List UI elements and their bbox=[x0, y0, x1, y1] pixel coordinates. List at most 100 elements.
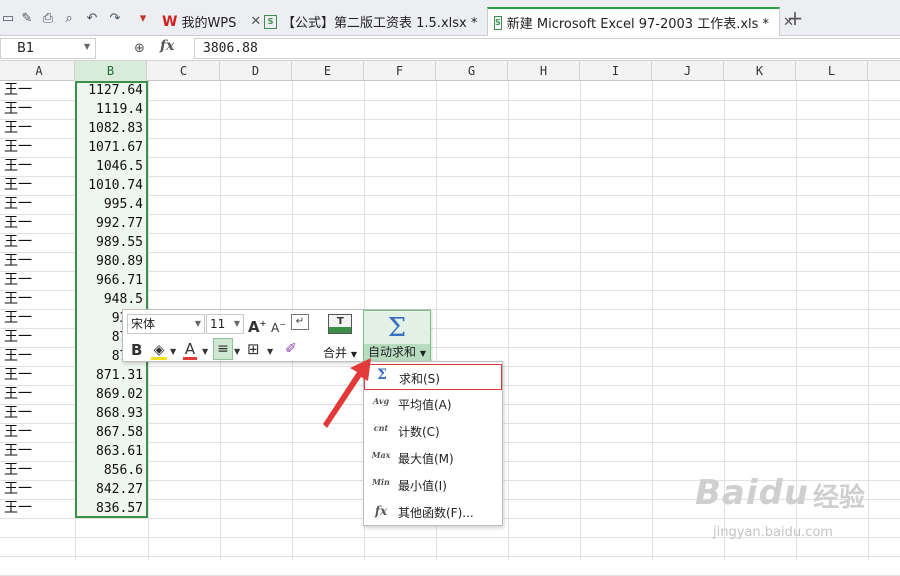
column-header-j[interactable]: J bbox=[652, 61, 724, 81]
cell-name[interactable]: 王一 bbox=[4, 81, 32, 100]
cell-name[interactable]: 王一 bbox=[4, 461, 32, 480]
font-size-select[interactable]: 11 ▼ bbox=[206, 314, 244, 334]
cell-name[interactable]: 王一 bbox=[4, 195, 32, 214]
menu-item-count[interactable]: cnt 计数(C) bbox=[364, 418, 502, 444]
cell-amount[interactable]: 989.55 bbox=[76, 233, 146, 252]
more-icon[interactable]: ▾ bbox=[135, 11, 151, 27]
wrap-text-icon[interactable]: ↵ bbox=[291, 314, 309, 330]
merge-button[interactable]: 合并 ▼ bbox=[323, 344, 357, 361]
cell-amount[interactable]: 869.02 bbox=[76, 385, 146, 404]
column-header-c[interactable]: C bbox=[148, 61, 220, 81]
cell-amount[interactable]: 867.58 bbox=[76, 423, 146, 442]
print-preview-icon[interactable]: ⌕ bbox=[61, 11, 77, 27]
chevron-down-icon[interactable]: ▼ bbox=[267, 342, 273, 362]
cell-name[interactable]: 王一 bbox=[4, 176, 32, 195]
autosum-button[interactable]: Σ 自动求和 ▼ bbox=[363, 310, 431, 361]
cell-amount[interactable]: 1071.67 bbox=[76, 138, 146, 157]
redo-icon[interactable]: ↷ bbox=[107, 11, 123, 27]
decrease-font-button[interactable]: A− bbox=[271, 315, 286, 335]
spreadsheet-icon: S bbox=[494, 15, 502, 30]
fill-color-icon[interactable]: ◈ bbox=[150, 340, 168, 360]
borders-icon[interactable]: ⊞ bbox=[247, 339, 260, 359]
cell-amount[interactable]: 868.93 bbox=[76, 404, 146, 423]
cell-amount[interactable]: 871.31 bbox=[76, 366, 146, 385]
chevron-down-icon[interactable]: ▼ bbox=[234, 342, 240, 362]
cell-amount[interactable]: 966.71 bbox=[76, 271, 146, 290]
menu-item-max[interactable]: Max 最大值(M) bbox=[364, 445, 502, 471]
column-header-e[interactable]: E bbox=[292, 61, 364, 81]
cell-amount[interactable]: 995.4 bbox=[76, 195, 146, 214]
font-color-button[interactable]: A bbox=[182, 339, 198, 360]
new-doc-icon[interactable]: ✎ bbox=[19, 11, 35, 27]
column-header-d[interactable]: D bbox=[220, 61, 292, 81]
cell-name[interactable]: 王一 bbox=[4, 385, 32, 404]
cell-name[interactable]: 王一 bbox=[4, 404, 32, 423]
cell-name[interactable]: 王一 bbox=[4, 233, 32, 252]
column-header-g[interactable]: G bbox=[436, 61, 508, 81]
cell-name[interactable]: 王一 bbox=[4, 214, 32, 233]
menu-item-sum[interactable]: Σ 求和(S) bbox=[364, 364, 502, 390]
bold-button[interactable]: B bbox=[131, 340, 142, 360]
cell-amount[interactable]: 863.61 bbox=[76, 442, 146, 461]
column-header-h[interactable]: H bbox=[508, 61, 580, 81]
cell-amount[interactable]: 992.77 bbox=[76, 214, 146, 233]
autosum-dropdown[interactable]: 自动求和 ▼ bbox=[364, 344, 430, 361]
font-name-select[interactable]: 宋体 ▼ bbox=[127, 314, 205, 334]
cell-name[interactable]: 王一 bbox=[4, 290, 32, 309]
chevron-down-icon[interactable]: ▼ bbox=[170, 342, 176, 362]
cell-amount[interactable]: 856.6 bbox=[76, 461, 146, 480]
cell-amount[interactable]: 1119.4 bbox=[76, 100, 146, 119]
name-box[interactable]: B1 bbox=[0, 38, 96, 59]
table-row: 王一 1046.5 bbox=[0, 157, 900, 176]
column-header-k[interactable]: K bbox=[724, 61, 796, 81]
align-center-icon[interactable]: ≡ bbox=[213, 338, 233, 360]
cell-name[interactable]: 王一 bbox=[4, 366, 32, 385]
cell-name[interactable]: 王一 bbox=[4, 499, 32, 518]
formula-input[interactable]: 3806.88 bbox=[194, 38, 900, 59]
cell-amount[interactable]: 836.57 bbox=[76, 499, 146, 518]
format-painter-icon[interactable]: ✐ bbox=[285, 339, 297, 359]
sigma-icon: Σ bbox=[377, 367, 387, 383]
cell-name[interactable]: 王一 bbox=[4, 480, 32, 499]
cell-name[interactable]: 王一 bbox=[4, 442, 32, 461]
cell-amount[interactable]: 1010.74 bbox=[76, 176, 146, 195]
column-header-b[interactable]: B bbox=[75, 61, 147, 81]
chevron-down-icon[interactable]: ▼ bbox=[84, 42, 90, 51]
column-header-a[interactable]: A bbox=[4, 61, 75, 81]
new-tab-button[interactable]: + bbox=[786, 8, 804, 28]
chevron-down-icon[interactable]: ▼ bbox=[202, 342, 208, 362]
tab-document-2[interactable]: S 新建 Microsoft Excel 97-2003 工作表.xls * ✕ bbox=[487, 7, 794, 36]
undo-icon[interactable]: ↶ bbox=[84, 11, 100, 27]
cell-amount[interactable]: 1046.5 bbox=[76, 157, 146, 176]
increase-font-button[interactable]: A+ bbox=[248, 314, 266, 336]
menu-item-average[interactable]: Avg 平均值(A) bbox=[364, 391, 502, 417]
cell-amount[interactable]: 980.89 bbox=[76, 252, 146, 271]
cell-name[interactable]: 王一 bbox=[4, 423, 32, 442]
merge-cells-icon[interactable] bbox=[328, 314, 352, 334]
cell-amount[interactable]: 842.27 bbox=[76, 480, 146, 499]
menu-item-other-functions[interactable]: fx 其他函数(F)... bbox=[364, 499, 502, 525]
cell-name[interactable]: 王一 bbox=[4, 252, 32, 271]
save-icon[interactable]: ▭ bbox=[0, 11, 16, 27]
column-header-l[interactable]: L bbox=[796, 61, 868, 81]
menu-item-min[interactable]: Min 最小值(I) bbox=[364, 472, 502, 498]
cell-name[interactable]: 王一 bbox=[4, 271, 32, 290]
cell-amount[interactable]: 1082.83 bbox=[76, 119, 146, 138]
cell-name[interactable]: 王一 bbox=[4, 157, 32, 176]
insert-function-button[interactable]: fx bbox=[160, 38, 174, 54]
cell-name[interactable]: 王一 bbox=[4, 138, 32, 157]
cell-amount[interactable]: 1127.64 bbox=[76, 81, 146, 100]
zoom-icon[interactable]: ⊕ bbox=[134, 41, 145, 56]
cell-name[interactable]: 王一 bbox=[4, 347, 32, 366]
cell-name[interactable]: 王一 bbox=[4, 100, 32, 119]
print-icon[interactable]: ⎙ bbox=[40, 11, 56, 27]
cell-name[interactable]: 王一 bbox=[4, 328, 32, 347]
cell-name[interactable]: 王一 bbox=[4, 309, 32, 328]
tab-wps-home[interactable]: W 我的WPS ✕ bbox=[156, 7, 267, 36]
column-header-f[interactable]: F bbox=[364, 61, 436, 81]
cell-amount[interactable]: 948.5 bbox=[76, 290, 146, 309]
column-header-i[interactable]: I bbox=[580, 61, 652, 81]
cell-name[interactable]: 王一 bbox=[4, 119, 32, 138]
tab-document-1[interactable]: S 【公式】第二版工资表 1.5.xlsx * ✕ bbox=[258, 7, 508, 36]
table-row: 王一 1010.74 bbox=[0, 176, 900, 195]
